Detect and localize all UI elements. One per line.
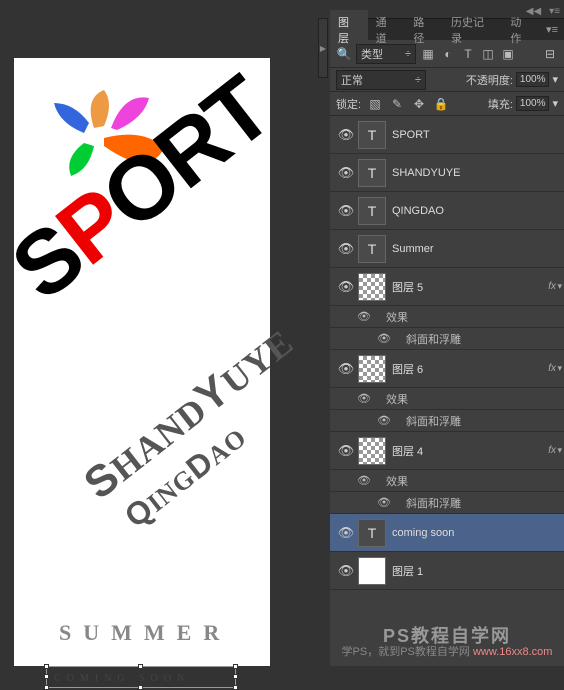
visibility-icon[interactable]: 👁 xyxy=(334,361,358,377)
layer-effect[interactable]: 👁斜面和浮雕 xyxy=(330,328,564,350)
layer-row[interactable]: 👁 T QINGDAO xyxy=(330,192,564,230)
visibility-icon[interactable]: 👁 xyxy=(334,165,358,181)
fill-label: 填充: xyxy=(488,96,513,112)
search-icon: 🔍 xyxy=(336,46,352,62)
lock-transparent-icon[interactable]: ▧ xyxy=(367,96,383,112)
lock-image-icon[interactable]: ✎ xyxy=(389,96,405,112)
filter-smart-icon[interactable]: ▣ xyxy=(500,46,516,62)
layer-name[interactable]: 图层 5 xyxy=(392,279,548,295)
layer-row[interactable]: 👁 T SHANDYUYE xyxy=(330,154,564,192)
layer-thumbnail[interactable]: T xyxy=(358,519,386,547)
layers-panel: 图层 通道 路径 历史记录 动作 ▾≡ 🔍 类型÷ ▦ ◐ T ◫ ▣ ⊟ 正常… xyxy=(330,18,564,666)
chevron-down-icon[interactable]: ▾ xyxy=(552,73,558,86)
layer-name[interactable]: SPORT xyxy=(392,129,560,141)
layer-thumbnail[interactable]: T xyxy=(358,159,386,187)
visibility-icon[interactable]: 👁 xyxy=(334,241,358,257)
layer-name[interactable]: 图层 1 xyxy=(392,563,560,579)
layer-effect[interactable]: 👁斜面和浮雕 xyxy=(330,410,564,432)
fill-value[interactable]: 100% xyxy=(516,96,550,111)
layer-effect[interactable]: 👁效果 xyxy=(330,306,564,328)
visibility-icon[interactable]: 👁 xyxy=(334,563,358,579)
opacity-label: 不透明度: xyxy=(466,72,513,88)
panel-collapse[interactable]: ▶ xyxy=(318,18,328,78)
text-coming-soon[interactable]: COMING SOON xyxy=(54,673,190,684)
chevron-down-icon[interactable]: ▾ xyxy=(557,363,562,374)
layer-row[interactable]: 👁 T SPORT xyxy=(330,116,564,154)
visibility-icon[interactable]: 👁 xyxy=(334,279,358,295)
layer-thumbnail[interactable]: T xyxy=(358,235,386,263)
layer-name[interactable]: coming soon xyxy=(392,527,560,539)
lock-row: 锁定: ▧ ✎ ✥ 🔒 填充: 100% ▾ xyxy=(330,92,564,116)
layer-name[interactable]: 图层 6 xyxy=(392,361,548,377)
layer-row[interactable]: 👁 T Summer xyxy=(330,230,564,268)
panel-tabs: 图层 通道 路径 历史记录 动作 ▾≡ xyxy=(330,18,564,40)
filter-adjust-icon[interactable]: ◐ xyxy=(440,46,456,62)
visibility-icon[interactable]: 👁 xyxy=(354,392,374,405)
lock-position-icon[interactable]: ✥ xyxy=(411,96,427,112)
layer-row[interactable]: 👁 图层 5 fx▾ xyxy=(330,268,564,306)
layer-effect[interactable]: 👁效果 xyxy=(330,470,564,492)
blend-row: 正常÷ 不透明度: 100% ▾ xyxy=(330,68,564,92)
layer-thumbnail[interactable] xyxy=(358,355,386,383)
lock-label: 锁定: xyxy=(336,96,361,112)
layer-name[interactable]: Summer xyxy=(392,243,560,255)
visibility-icon[interactable]: 👁 xyxy=(374,496,394,509)
filter-shape-icon[interactable]: ◫ xyxy=(480,46,496,62)
text-summer: SUMMER xyxy=(59,620,231,646)
layer-list: 👁 T SPORT 👁 T SHANDYUYE 👁 T QINGDAO 👁 T … xyxy=(330,116,564,590)
visibility-icon[interactable]: 👁 xyxy=(354,474,374,487)
visibility-icon[interactable]: 👁 xyxy=(334,443,358,459)
layer-thumbnail[interactable]: T xyxy=(358,197,386,225)
layer-row[interactable]: 👁 T coming soon xyxy=(330,514,564,552)
kind-select[interactable]: 类型÷ xyxy=(356,44,416,64)
tab-history[interactable]: 历史记录 xyxy=(443,10,502,50)
opacity-value[interactable]: 100% xyxy=(516,72,550,87)
layer-effect[interactable]: 👁效果 xyxy=(330,388,564,410)
lock-all-icon[interactable]: 🔒 xyxy=(433,96,449,112)
visibility-icon[interactable]: 👁 xyxy=(334,203,358,219)
layer-thumbnail[interactable] xyxy=(358,273,386,301)
visibility-icon[interactable]: 👁 xyxy=(374,332,394,345)
layer-name[interactable]: 图层 4 xyxy=(392,443,548,459)
visibility-icon[interactable]: 👁 xyxy=(374,414,394,427)
watermark: PS教程自学网 学PS，就到PS教程自学网 www.16xx8.com xyxy=(330,628,564,660)
chevron-down-icon[interactable]: ▾ xyxy=(557,281,562,292)
canvas[interactable]: SPORT SHANDYUYE QINGDAO SUMMER COMING SO… xyxy=(14,58,270,666)
chevron-down-icon[interactable]: ▾ xyxy=(552,97,558,110)
filter-pixel-icon[interactable]: ▦ xyxy=(420,46,436,62)
layer-row[interactable]: 👁 图层 1 xyxy=(330,552,564,590)
filter-type-icon[interactable]: T xyxy=(460,46,476,62)
layer-thumbnail[interactable] xyxy=(358,557,386,585)
layer-name[interactable]: QINGDAO xyxy=(392,205,560,217)
chevron-down-icon[interactable]: ▾ xyxy=(557,445,562,456)
tab-actions[interactable]: 动作 xyxy=(502,10,540,50)
visibility-icon[interactable]: 👁 xyxy=(334,127,358,143)
layer-row[interactable]: 👁 图层 6 fx▾ xyxy=(330,350,564,388)
panel-menu-icon[interactable]: ▾≡ xyxy=(540,19,564,40)
filter-toggle[interactable]: ⊟ xyxy=(542,46,558,62)
visibility-icon[interactable]: 👁 xyxy=(354,310,374,323)
layer-thumbnail[interactable]: T xyxy=(358,121,386,149)
layer-name[interactable]: SHANDYUYE xyxy=(392,167,560,179)
layer-row[interactable]: 👁 图层 4 fx▾ xyxy=(330,432,564,470)
blend-mode-select[interactable]: 正常÷ xyxy=(336,70,426,90)
layer-thumbnail[interactable] xyxy=(358,437,386,465)
visibility-icon[interactable]: 👁 xyxy=(334,525,358,541)
menu-icon[interactable]: ▾≡ xyxy=(549,6,560,17)
layer-effect[interactable]: 👁斜面和浮雕 xyxy=(330,492,564,514)
